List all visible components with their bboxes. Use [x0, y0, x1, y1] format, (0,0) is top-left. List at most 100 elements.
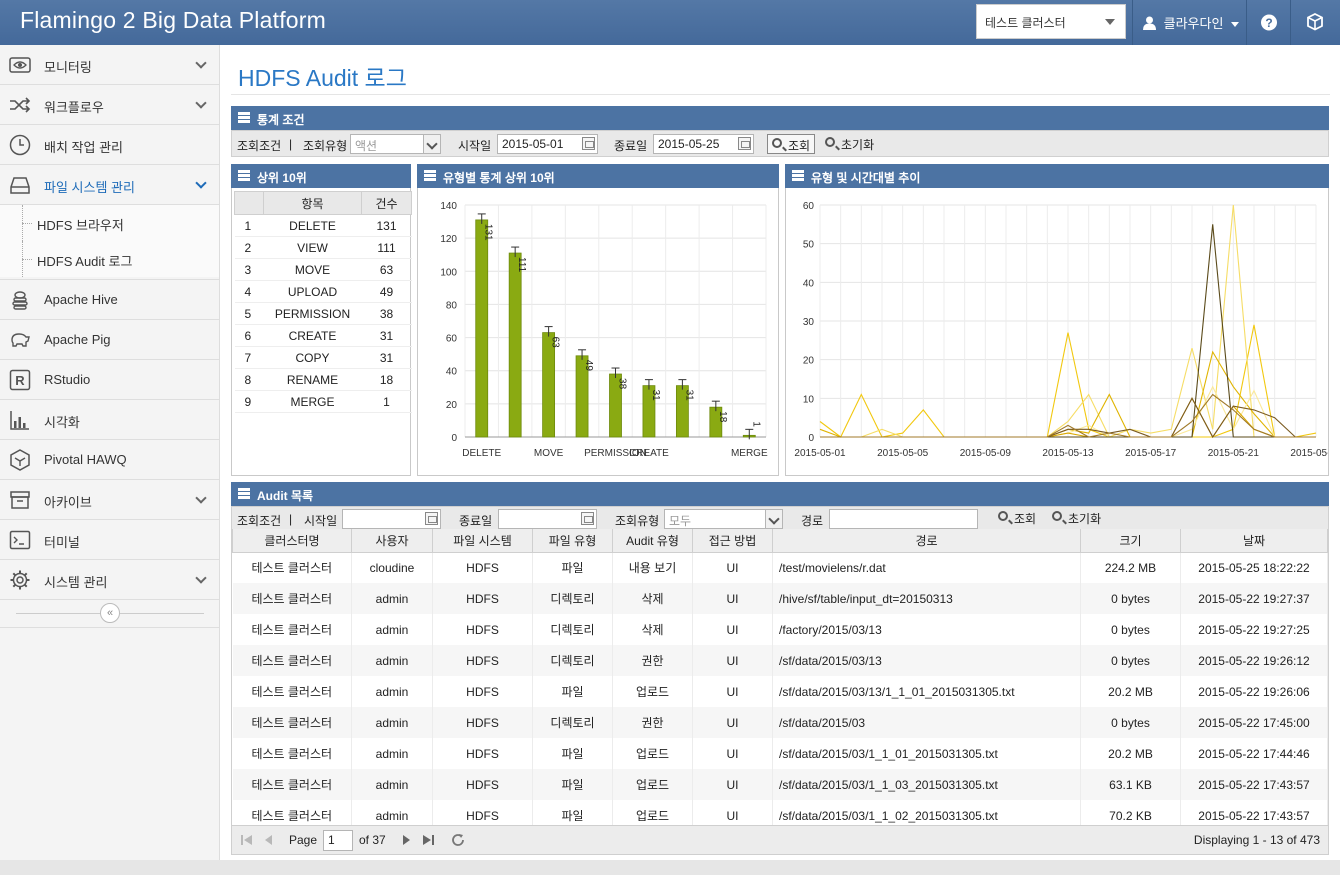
- calendar-icon[interactable]: [738, 137, 751, 150]
- date-cell: 2015-05-22 17:45:00: [1180, 707, 1328, 738]
- count-cell: 31: [361, 324, 412, 347]
- x-tick-label: 2015-05-01: [794, 448, 846, 459]
- col-user[interactable]: 사용자: [351, 529, 433, 553]
- sidebar-subitem-hdfs-browser[interactable]: HDFS 브라우저: [0, 205, 219, 241]
- audit-reset-button[interactable]: 초기화: [1048, 508, 1105, 528]
- audit-panel-title: Audit 목록: [257, 489, 314, 503]
- svg-text:R: R: [15, 373, 25, 388]
- rank-cell: 7: [234, 346, 264, 369]
- calendar-icon[interactable]: [425, 512, 438, 525]
- end-label: 종료일: [459, 514, 493, 528]
- rank-cell: 8: [234, 368, 264, 391]
- sidebar-item-monitoring[interactable]: 모니터링: [0, 45, 219, 85]
- sidebar-item-visualization[interactable]: 시각화: [0, 400, 219, 440]
- package-button[interactable]: [1290, 0, 1340, 45]
- user-cell: admin: [351, 676, 433, 707]
- path-label: 경로: [801, 514, 824, 528]
- table-row[interactable]: 테스트 클러스터 admin HDFS 파일 업로드 UI/sf/data/2015/03…: [232, 769, 1328, 800]
- sidebar-item-rstudio[interactable]: R RStudio: [0, 360, 219, 400]
- sidebar-item-terminal[interactable]: 터미널: [0, 520, 219, 560]
- filesystem-cell: HDFS: [432, 552, 533, 583]
- next-page-icon[interactable]: [399, 833, 413, 847]
- table-row[interactable]: 1 DELETE 131: [234, 214, 412, 237]
- table-row[interactable]: 9 MERGE 1: [234, 390, 412, 413]
- audit-search-button[interactable]: 조회: [994, 508, 1040, 528]
- sidebar-item-batch[interactable]: 배치 작업 관리: [0, 125, 219, 165]
- cluster-select-value: 테스트 클러스터: [985, 16, 1066, 30]
- last-page-icon[interactable]: [421, 833, 435, 847]
- first-page-icon[interactable]: [240, 833, 254, 847]
- x-tick-label: 2015-05-25: [1290, 448, 1328, 459]
- table-row[interactable]: 4 UPLOAD 49: [234, 280, 412, 303]
- table-row[interactable]: 테스트 클러스터 admin HDFS 파일 업로드 UI/sf/data/2015/03…: [232, 800, 1328, 825]
- col-cluster[interactable]: 클러스터명: [232, 529, 352, 553]
- table-row[interactable]: 3 MOVE 63: [234, 258, 412, 281]
- table-row[interactable]: 테스트 클러스터 admin HDFS 디렉토리 권한 UI/sf/data/2015/0…: [232, 707, 1328, 738]
- sidebar-item-filesystem[interactable]: 파일 시스템 관리: [0, 165, 219, 205]
- table-row[interactable]: 테스트 클러스터 admin HDFS 디렉토리 권한 UI/sf/data/2015/0…: [232, 645, 1328, 676]
- help-button[interactable]: ?: [1246, 0, 1290, 45]
- sidebar-item-hive[interactable]: Apache Hive: [0, 280, 219, 320]
- item-cell: CREATE: [263, 324, 362, 347]
- audit-end-date-field[interactable]: [498, 509, 597, 529]
- access-cell: UI: [692, 769, 773, 800]
- table-row[interactable]: 8 RENAME 18: [234, 368, 412, 391]
- table-row[interactable]: 테스트 클러스터 admin HDFS 디렉토리 삭제 UI/hive/sf/table/…: [232, 583, 1328, 614]
- page-number-input[interactable]: 1: [323, 830, 353, 851]
- audit-start-date-field[interactable]: [342, 509, 441, 529]
- sidebar-item-system[interactable]: 시스템 관리: [0, 560, 219, 600]
- sidebar-item-hawq[interactable]: Pivotal HAWQ: [0, 440, 219, 480]
- col-date[interactable]: 날짜: [1180, 529, 1328, 553]
- table-row[interactable]: 테스트 클러스터 admin HDFS 파일 업로드 UI/sf/data/2015/03…: [232, 676, 1328, 707]
- size-cell: 70.2 KB: [1080, 800, 1181, 825]
- item-cell: VIEW: [263, 236, 362, 259]
- item-cell: PERMISSION: [263, 302, 362, 325]
- col-filetype[interactable]: 파일 유형: [532, 529, 613, 553]
- calendar-icon[interactable]: [582, 137, 595, 150]
- stats-search-button[interactable]: 조회: [767, 134, 816, 154]
- audit-type-cell: 업로드: [612, 676, 693, 707]
- table-row[interactable]: 테스트 클러스터 admin HDFS 디렉토리 삭제 UI/factory/2015/0…: [232, 614, 1328, 645]
- sidebar-item-pig[interactable]: Apache Pig: [0, 320, 219, 360]
- access-cell: UI: [692, 738, 773, 769]
- caret-down-icon: [1231, 22, 1240, 28]
- audit-type-select[interactable]: 모두: [664, 509, 783, 529]
- table-row[interactable]: 테스트 클러스터 cloudine HDFS 파일 내용 보기 UI/test/movie…: [232, 552, 1328, 583]
- col-access[interactable]: 접근 방법: [692, 529, 773, 553]
- table-row[interactable]: 테스트 클러스터 admin HDFS 파일 업로드 UI/sf/data/2015/03…: [232, 738, 1328, 769]
- user-cell: admin: [351, 769, 433, 800]
- end-date-field[interactable]: 2015-05-25: [653, 134, 754, 154]
- table-row[interactable]: 7 COPY 31: [234, 346, 412, 369]
- prev-page-icon[interactable]: [262, 833, 276, 847]
- path-input[interactable]: [829, 509, 978, 529]
- table-row[interactable]: 6 CREATE 31: [234, 324, 412, 347]
- stats-reset-button[interactable]: 초기화: [821, 134, 878, 154]
- filetype-cell: 디렉토리: [532, 707, 613, 738]
- col-audit-type[interactable]: Audit 유형: [612, 529, 693, 553]
- sidebar-item-label: 터미널: [44, 535, 80, 550]
- col-path[interactable]: 경로: [772, 529, 1081, 553]
- data-label: 49: [583, 360, 594, 372]
- condition-label: 조회조건: [237, 514, 282, 528]
- table-row[interactable]: 5 PERMISSION 38: [234, 302, 412, 325]
- sidebar-item-archive[interactable]: 아카이브: [0, 480, 219, 520]
- type-select[interactable]: 액션: [350, 134, 441, 154]
- date-cell: 2015-05-22 19:26:12: [1180, 645, 1328, 676]
- col-size[interactable]: 크기: [1080, 529, 1181, 553]
- type-label: 조회유형: [615, 514, 660, 528]
- collapse-sidebar-button[interactable]: «: [100, 603, 120, 623]
- user-menu[interactable]: 클라우다인: [1132, 0, 1246, 45]
- col-filesystem[interactable]: 파일 시스템: [432, 529, 533, 553]
- bottom-strip: [0, 860, 1340, 875]
- rank-cell: 9: [234, 390, 264, 413]
- sidebar-subitem-hdfs-audit[interactable]: HDFS Audit 로그: [0, 241, 219, 277]
- calendar-icon[interactable]: [581, 512, 594, 525]
- sidebar-item-workflow[interactable]: 워크플로우: [0, 85, 219, 125]
- start-date-field[interactable]: 2015-05-01: [497, 134, 598, 154]
- x-tick-label: 2015-05-21: [1208, 448, 1260, 459]
- bar-chart-header: 유형별 통계 상위 10위: [417, 164, 779, 188]
- cluster-select[interactable]: 테스트 클러스터: [976, 4, 1126, 39]
- refresh-icon[interactable]: [450, 832, 466, 848]
- table-row[interactable]: 2 VIEW 111: [234, 236, 412, 259]
- sidebar-subitem-label: HDFS 브라우저: [37, 218, 124, 233]
